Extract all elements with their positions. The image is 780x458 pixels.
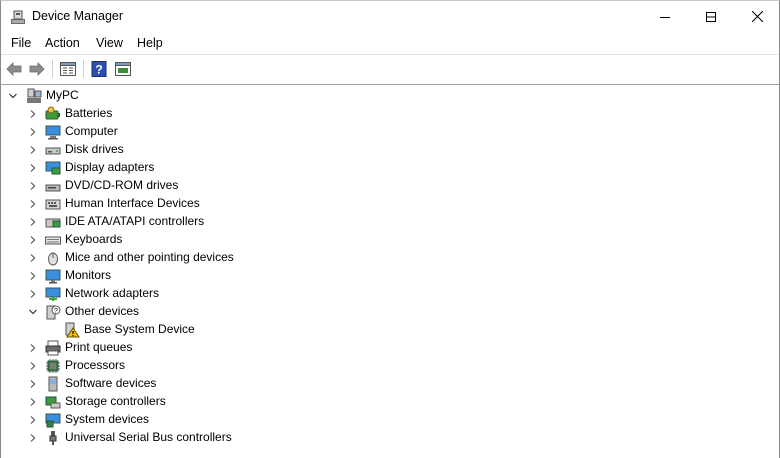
toolbar: ?: [1, 54, 779, 83]
computer-icon: [45, 125, 61, 140]
chevron-right-icon[interactable]: [28, 415, 38, 425]
chevron-right-icon[interactable]: [28, 271, 38, 281]
system-devices-icon: [45, 413, 61, 428]
monitor-icon: [45, 269, 61, 284]
tree-item-label[interactable]: Software devices: [65, 376, 156, 390]
menu-help[interactable]: Help: [137, 36, 163, 50]
help-icon: ?: [91, 61, 107, 77]
tree-item-label[interactable]: Keyboards: [65, 232, 122, 246]
properties-button[interactable]: [58, 59, 78, 79]
tree-item-label[interactable]: System devices: [65, 412, 149, 426]
properties-icon: [60, 62, 76, 76]
chevron-right-icon[interactable]: [28, 127, 38, 137]
tree-item-label[interactable]: Human Interface Devices: [65, 196, 200, 210]
tree-item-label[interactable]: Storage controllers: [65, 394, 166, 408]
storage-controller-icon: [45, 396, 61, 409]
update-driver-icon: [115, 62, 131, 76]
chevron-right-icon[interactable]: [28, 397, 38, 407]
toolbar-separator: [83, 60, 84, 78]
software-device-icon: [48, 376, 58, 392]
maximize-icon: [706, 11, 716, 22]
close-button[interactable]: [734, 1, 780, 32]
tree-item-label[interactable]: Print queues: [65, 340, 132, 354]
usb-icon: [49, 431, 57, 445]
tree-item-label[interactable]: Processors: [65, 358, 125, 372]
chevron-right-icon[interactable]: [28, 181, 38, 191]
menu-bar: File Action View Help: [1, 32, 779, 54]
tree-item-label[interactable]: Network adapters: [65, 286, 159, 300]
tree-item-label[interactable]: Computer: [65, 124, 118, 138]
menu-view[interactable]: View: [96, 36, 123, 50]
svg-text:?: ?: [54, 308, 58, 315]
chevron-down-icon[interactable]: [28, 307, 38, 317]
chevron-right-icon[interactable]: [28, 433, 38, 443]
chevron-right-icon[interactable]: [28, 163, 38, 173]
tree-item-label[interactable]: Disk drives: [65, 142, 124, 156]
ide-controller-icon: [45, 218, 61, 228]
svg-text:?: ?: [95, 63, 102, 77]
chevron-right-icon[interactable]: [28, 235, 38, 245]
menu-file[interactable]: File: [11, 36, 31, 50]
chevron-right-icon[interactable]: [28, 379, 38, 389]
tree-item-label[interactable]: IDE ATA/ATAPI controllers: [65, 214, 204, 228]
other-devices-icon: ?: [46, 305, 61, 320]
forward-arrow-icon: [29, 62, 45, 76]
hid-icon: [45, 199, 61, 210]
tree-item-label[interactable]: Universal Serial Bus controllers: [65, 430, 232, 444]
back-arrow-icon: [6, 62, 22, 76]
dvd-drive-icon: [45, 184, 61, 192]
battery-icon: [45, 106, 60, 120]
chevron-right-icon[interactable]: [28, 199, 38, 209]
chevron-right-icon[interactable]: [28, 145, 38, 155]
back-button[interactable]: [4, 59, 24, 79]
device-tree: MyPC Batteries Computer Disk drives Display …: [1, 84, 779, 458]
forward-button[interactable]: [27, 59, 47, 79]
device-manager-window: Device Manager File Action View Help ? M…: [0, 0, 780, 458]
warning-device-icon: [65, 322, 80, 338]
chevron-right-icon[interactable]: [28, 109, 38, 119]
toolbar-separator: [52, 60, 53, 78]
close-icon: [751, 11, 763, 22]
tree-item-label[interactable]: Monitors: [65, 268, 111, 282]
mypc-icon: [27, 88, 42, 103]
device-manager-app-icon: [11, 10, 25, 24]
tree-item-label[interactable]: Display adapters: [65, 160, 154, 174]
tree-item-label[interactable]: DVD/CD-ROM drives: [65, 178, 178, 192]
processor-icon: [46, 359, 60, 373]
help-button[interactable]: ?: [89, 59, 109, 79]
minimize-icon: [660, 16, 670, 18]
chevron-down-icon[interactable]: [8, 91, 18, 101]
menu-action[interactable]: Action: [45, 36, 80, 50]
keyboard-icon: [45, 236, 61, 245]
display-adapter-icon: [45, 161, 61, 175]
mouse-icon: [48, 252, 58, 266]
chevron-right-icon[interactable]: [28, 343, 38, 353]
maximize-button[interactable]: [688, 1, 734, 32]
chevron-right-icon[interactable]: [28, 361, 38, 371]
minimize-button-real[interactable]: [642, 1, 688, 32]
window-title: Device Manager: [32, 9, 124, 23]
tree-item-label[interactable]: Mice and other pointing devices: [65, 250, 234, 264]
tree-item-label[interactable]: Other devices: [65, 304, 139, 318]
network-adapter-icon: [45, 287, 61, 301]
printer-icon: [45, 340, 61, 356]
update-driver-button[interactable]: [113, 59, 133, 79]
tree-root-label[interactable]: MyPC: [46, 88, 79, 102]
chevron-right-icon[interactable]: [28, 289, 38, 299]
tree-item-label[interactable]: Batteries: [65, 106, 112, 120]
chevron-right-icon[interactable]: [28, 253, 38, 263]
tree-child-label[interactable]: Base System Device: [84, 322, 195, 336]
disk-drive-icon: [45, 147, 61, 155]
chevron-right-icon[interactable]: [28, 217, 38, 227]
